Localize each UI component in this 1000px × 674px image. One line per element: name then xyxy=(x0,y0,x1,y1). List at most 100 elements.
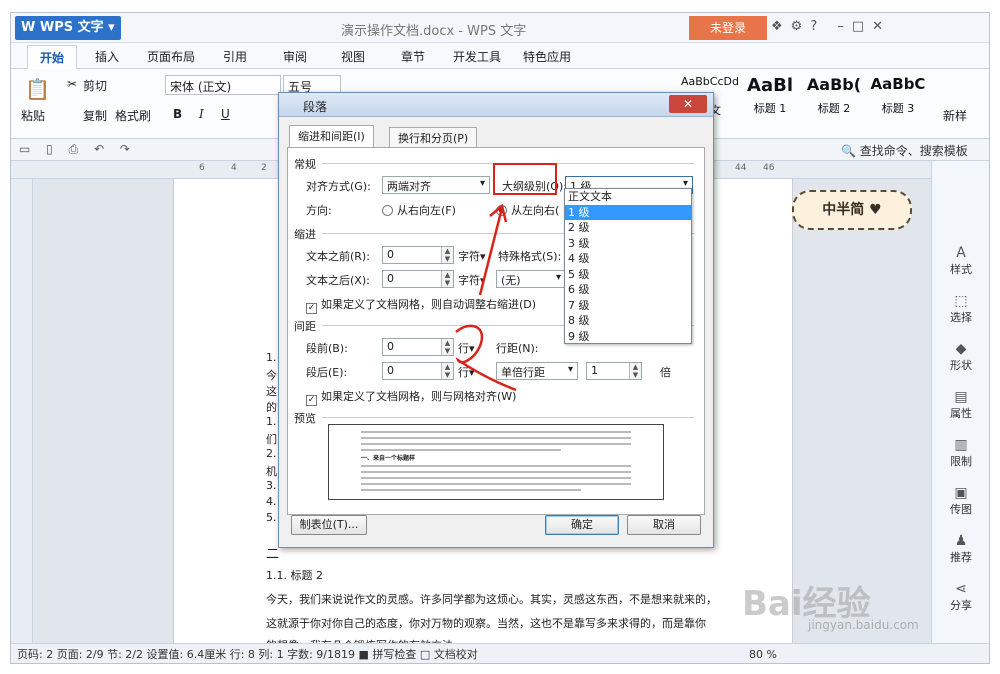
help-icon[interactable]: ? xyxy=(810,19,825,34)
outline-option[interactable]: 8 级 xyxy=(565,313,691,329)
tab-indent-spacing[interactable]: 缩进和间距(I) xyxy=(289,125,374,148)
page-text-fragment: 3. xyxy=(266,479,277,492)
alignment-label: 对齐方式(G): xyxy=(306,180,371,193)
page-text-fragment: 1. xyxy=(266,351,277,364)
skin-icon[interactable]: ❖ xyxy=(771,19,791,34)
close-icon[interactable]: ✕ xyxy=(872,19,891,34)
page-text-fragment: 1. xyxy=(266,415,277,428)
status-text: 页码: 2 页面: 2/9 节: 2/2 设置值: 6.4厘米 行: 8 列: … xyxy=(17,648,478,661)
page-text-fragment: 5. xyxy=(266,511,277,524)
tab-stops-button[interactable]: 制表位(T)... xyxy=(291,515,367,535)
dialog-title: 段落 xyxy=(303,100,328,114)
tab-reference[interactable]: 引用 xyxy=(223,48,247,65)
ok-button[interactable]: 确定 xyxy=(545,515,619,535)
outline-option[interactable]: 5 级 xyxy=(565,267,691,283)
panel-share[interactable]: ⋖ 分享 xyxy=(932,581,989,613)
space-before-value: 0 xyxy=(387,340,394,353)
italic-button[interactable]: I xyxy=(199,107,204,121)
dialog-close-button[interactable]: ✕ xyxy=(669,95,707,113)
login-button[interactable]: 未登录 xyxy=(689,16,767,40)
cancel-button[interactable]: 取消 xyxy=(627,515,701,535)
cut-button[interactable]: 剪切 xyxy=(83,77,107,94)
format-painter-button[interactable]: 格式刷 xyxy=(115,107,151,124)
zoom-level[interactable]: 80 % xyxy=(749,644,777,663)
tab-special[interactable]: 特色应用 xyxy=(523,48,571,65)
panel-shapes[interactable]: ◆ 形状 xyxy=(932,341,989,373)
direction-label: 方向: xyxy=(306,204,332,217)
outline-option[interactable]: 1 级 xyxy=(565,204,691,220)
alignment-select[interactable]: 两端对齐 xyxy=(382,176,490,194)
panel-label: 分享 xyxy=(950,599,972,612)
tab-line-page-breaks[interactable]: 换行和分页(P) xyxy=(389,127,478,147)
tab-page-layout[interactable]: 页面布局 xyxy=(147,48,195,65)
properties-icon: ▤ xyxy=(954,389,968,405)
paste-icon[interactable]: 📋 xyxy=(25,77,50,101)
panel-select[interactable]: ⬚ 选择 xyxy=(932,293,989,325)
radio-icon xyxy=(382,205,393,216)
tab-section[interactable]: 章节 xyxy=(401,48,425,65)
recommend-icon: ♟ xyxy=(954,533,968,549)
panel-restrict[interactable]: ▥ 限制 xyxy=(932,437,989,469)
share-icon: ⋖ xyxy=(955,581,967,597)
maximize-icon[interactable]: □ xyxy=(852,19,872,34)
new-style-button[interactable]: 新样 xyxy=(943,107,967,124)
line-spacing-value-input[interactable]: 1 ▲ ▼ xyxy=(586,362,642,380)
paste-button[interactable]: 粘贴 xyxy=(21,107,45,124)
outline-option[interactable]: 9 级 xyxy=(565,329,691,345)
panel-recommend[interactable]: ♟ 推荐 xyxy=(932,533,989,565)
times-unit: 倍 xyxy=(660,366,671,379)
panel-label: 限制 xyxy=(950,455,972,468)
section-indent: 缩进 xyxy=(294,228,316,241)
settings-icon[interactable]: ⚙ xyxy=(791,19,811,34)
panel-label: 形状 xyxy=(950,359,972,372)
document-title: 演示操作文档.docx - WPS 文字 xyxy=(341,24,527,39)
style-heading-2[interactable]: AaBb(标题 2 xyxy=(803,75,865,125)
scissors-icon[interactable]: ✂ xyxy=(67,77,77,91)
space-before-label: 段前(B): xyxy=(306,342,348,355)
panel-styles[interactable]: A 样式 xyxy=(932,245,989,277)
dialog-title-bar: 段落 ✕ xyxy=(279,93,713,117)
style-heading-3[interactable]: AaBbC 标题 3 xyxy=(867,75,929,125)
tab-insert[interactable]: 插入 xyxy=(95,48,119,65)
space-after-label: 段后(E): xyxy=(306,366,348,379)
baidu-watermark-url: jingyan.baidu.com xyxy=(808,618,919,632)
right-task-panel: A 样式 ⬚ 选择 ◆ 形状 ▤ 属性 ▥ 限制 ▣ 传图 ♟ 推荐 ⋖ 分享 xyxy=(931,161,989,643)
outline-option[interactable]: 2 级 xyxy=(565,220,691,236)
quick-access-icons[interactable]: ▭ ▯ ⎙ ↶ ↷ xyxy=(19,142,136,157)
ruler-tick: 44 xyxy=(735,163,747,173)
outline-option[interactable]: 7 级 xyxy=(565,298,691,314)
page-text-fragment: 机 xyxy=(266,465,277,478)
outline-option[interactable]: 3 级 xyxy=(565,236,691,252)
panel-upload-image[interactable]: ▣ 传图 xyxy=(932,485,989,517)
minimize-icon[interactable]: – xyxy=(837,19,852,34)
tab-developer[interactable]: 开发工具 xyxy=(453,48,501,65)
wps-app-menu-button[interactable]: W WPS 文字 ▾ xyxy=(15,16,121,40)
page-text-fragment: 的 xyxy=(266,401,277,414)
panel-label: 推荐 xyxy=(950,551,972,564)
page-text-fragment: 们 xyxy=(266,433,277,446)
tab-review[interactable]: 审阅 xyxy=(283,48,307,65)
outline-option[interactable]: 6 级 xyxy=(565,282,691,298)
panel-properties[interactable]: ▤ 属性 xyxy=(932,389,989,421)
outline-option[interactable]: 正文文本 xyxy=(565,189,691,205)
search-command[interactable]: 🔍 查找命令、搜索模板 xyxy=(841,142,968,159)
tab-view[interactable]: 视图 xyxy=(341,48,365,65)
preview-line xyxy=(361,477,631,479)
annotation-number-2 xyxy=(455,324,517,392)
after-text-label: 文本之后(X): xyxy=(306,274,370,287)
spin-icon[interactable]: ▲ ▼ xyxy=(629,363,641,379)
ruler-tick: 6 xyxy=(199,163,205,173)
panel-label: 样式 xyxy=(950,263,972,276)
style-heading-1[interactable]: AaBl 标题 1 xyxy=(739,75,801,125)
bold-button[interactable]: B xyxy=(173,107,182,121)
annotation-arrow xyxy=(478,207,504,296)
preview-heading: 一、来自一个标题样 xyxy=(361,455,416,462)
copy-button[interactable]: 复制 xyxy=(83,107,107,124)
section-preview: 预览 xyxy=(294,412,316,425)
underline-button[interactable]: U xyxy=(221,107,230,121)
checkbox-icon: ✓ xyxy=(306,303,317,314)
outline-option[interactable]: 4 级 xyxy=(565,251,691,267)
font-name-select[interactable]: 宋体 (正文) xyxy=(165,75,281,95)
setting-value: 1 xyxy=(591,364,598,377)
tab-start[interactable]: 开始 xyxy=(27,45,78,69)
